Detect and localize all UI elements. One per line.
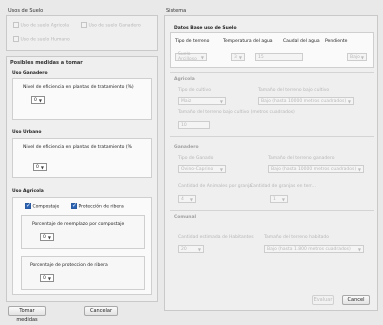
usos-humano-option: Uso de suelo Humano — [13, 36, 70, 43]
base-header-caudal: Caudal del agua — [283, 39, 320, 44]
sis-ganadero-l3: Cantidad de Animales por granja — [178, 184, 253, 189]
base-header-pendiente: Pendiente — [325, 39, 348, 44]
cancelar-button[interactable]: Cancelar — [84, 306, 118, 316]
ribera-option: Protección de ribera — [71, 203, 124, 210]
base-header-temperatura: Temperatura del agua — [223, 39, 273, 44]
chevron-down-icon: ▼ — [38, 97, 42, 103]
urbano-select[interactable]: 0 ▼ — [33, 163, 47, 171]
usos-agricola-checkbox[interactable] — [13, 22, 19, 28]
urbano-title: Uso Urbano — [12, 130, 42, 135]
sis-granjas-select[interactable]: 1 ▼ — [270, 195, 288, 203]
usos-ganadero-checkbox[interactable] — [81, 22, 87, 28]
chevron-down-icon: ▼ — [360, 54, 364, 60]
usos-panel: Uso de suelo Agricola Uso de suelo Ganad… — [6, 15, 158, 51]
sis-animales-select[interactable]: 4 ▼ — [178, 195, 196, 203]
compostaje-select[interactable]: 0 ▼ — [40, 233, 54, 241]
chevron-down-icon: ▼ — [357, 166, 361, 172]
chevron-down-icon: ▼ — [189, 196, 193, 202]
compostaje-option: Compostaje — [25, 203, 59, 210]
base-temperatura-select[interactable]: 3 ▼ — [231, 53, 245, 61]
sis-tamano-habitado-select[interactable]: Bajo (hasta 1.800 metros cuadrados) ▼ — [264, 245, 364, 253]
compostaje-label: Porcentaje de reemplazo por compostaje — [32, 222, 125, 227]
chevron-down-icon: ▼ — [197, 246, 201, 252]
sis-comunal-l2: Tamaño del terreno habitado — [264, 235, 329, 240]
ganadero-field-label: Nivel de eficiencia en plantas de tratam… — [23, 85, 134, 90]
sis-tamano-ganadero-select[interactable]: Bajo (hasta 10000 metros cuadrados) ▼ — [268, 165, 364, 173]
sis-comunal-l1: Cantidad estimada de Habitantes — [178, 235, 254, 240]
chevron-down-icon: ▼ — [219, 98, 223, 104]
ganadero-separator — [170, 136, 374, 137]
sis-tipo-ganado-select[interactable]: Ovino-Caprino ▼ — [178, 165, 226, 173]
agricola-separator — [170, 72, 374, 73]
usos-humano-checkbox[interactable] — [13, 36, 19, 42]
ribera-label: Porcentaje de proteccion de ribera — [30, 263, 108, 268]
sis-agricola-l2: Tamaño del terreno bajo cultivo — [258, 88, 330, 93]
sis-cultivo-select[interactable]: Maiz ▼ — [178, 97, 226, 105]
agricola-box: Compostaje Protección de ribera Porcenta… — [12, 197, 152, 295]
base-terreno-select[interactable]: Suelo Arcilloso ▼ — [175, 52, 207, 62]
base-header-terreno: Tipo de terreno — [175, 39, 210, 44]
ganadero-select[interactable]: 0 ▼ — [31, 96, 45, 104]
urbano-box: Nivel de eficiencia en plantas de tratam… — [12, 138, 152, 178]
base-title: Datos Base uso de Suelo — [174, 26, 237, 31]
tomar-medidas-button[interactable]: Tomar medidas — [8, 306, 46, 323]
sis-metros-cultivo-field[interactable]: 10 — [178, 121, 210, 129]
sis-tamano-cultivo-select[interactable]: Bajo (hasta 10000 metros cuadrados) ▼ — [258, 97, 354, 105]
compostaje-checkbox[interactable] — [25, 203, 31, 209]
comunal-separator — [170, 210, 374, 211]
sis-agricola-l3: Tamaño del terreno bajo cultivo (metros … — [178, 110, 295, 115]
sis-habitantes-select[interactable]: 20 ▼ — [178, 245, 204, 253]
chevron-down-icon: ▼ — [238, 54, 242, 60]
usos-ganadero-option: Uso de suelo Ganadero — [81, 22, 141, 29]
ganadero-box: Nivel de eficiencia en plantas de tratam… — [12, 78, 152, 120]
chevron-down-icon: ▼ — [347, 98, 351, 104]
posibles-title: Posibles medidas a tomar — [10, 60, 83, 66]
sis-agricola-title: Agricola — [174, 77, 195, 82]
base-caudal-field[interactable]: 15 — [255, 53, 303, 61]
chevron-down-icon: ▼ — [281, 196, 285, 202]
sis-ganadero-l2: Tamaño del terreno ganadero — [268, 156, 335, 161]
compostaje-box: Porcentaje de reemplazo por compostaje 0… — [21, 215, 145, 249]
ribera-checkbox[interactable] — [71, 203, 77, 209]
chevron-down-icon: ▼ — [47, 275, 51, 281]
agricola-title: Uso Agricola — [12, 189, 44, 194]
sis-agricola-l1: Tipo de cultivo — [178, 88, 211, 93]
sis-ganadero-l1: Tipo de Ganado — [178, 156, 214, 161]
ganadero-title: Uso Ganadero — [12, 71, 48, 76]
urbano-field-label: Nivel de eficiencia en plantas de tratam… — [23, 145, 132, 150]
chevron-down-icon: ▼ — [357, 246, 361, 252]
sis-comunal-title: Comunal — [174, 215, 197, 220]
sis-ganadero-l4: Cantidad de granjas en terr... — [250, 184, 316, 189]
evaluar-button[interactable]: Evaluar — [312, 295, 334, 305]
sistema-title: Sistema — [166, 8, 187, 14]
base-pendiente-select[interactable]: Bajo ▼ — [347, 53, 367, 61]
chevron-down-icon: ▼ — [219, 166, 223, 172]
cancel-button[interactable]: Cancel — [342, 295, 370, 305]
usos-title: Usos de Suelo — [8, 8, 44, 14]
chevron-down-icon: ▼ — [200, 54, 204, 60]
usos-agricola-option: Uso de suelo Agricola — [13, 22, 69, 29]
ribera-box: Porcentaje de proteccion de ribera 0 ▼ — [21, 256, 145, 290]
chevron-down-icon: ▼ — [47, 234, 51, 240]
base-box: Tipo de terreno Temperatura del agua Cau… — [170, 32, 374, 68]
ribera-select[interactable]: 0 ▼ — [40, 274, 54, 282]
sis-ganadero-title: Ganadero — [174, 145, 199, 150]
chevron-down-icon: ▼ — [40, 164, 44, 170]
